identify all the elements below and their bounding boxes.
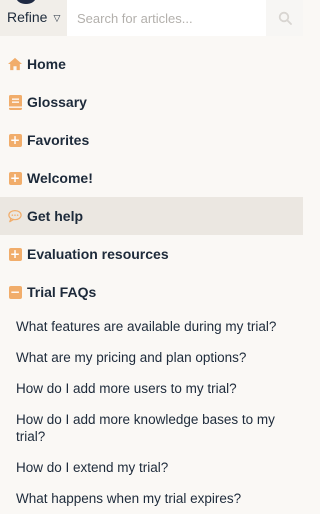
nav-item-get-help[interactable]: Get help bbox=[0, 197, 303, 235]
book-icon bbox=[8, 94, 22, 110]
nav-item-favorites[interactable]: + Favorites bbox=[0, 121, 303, 159]
refine-dropdown[interactable]: Refine ▽ bbox=[7, 9, 60, 25]
search-button[interactable] bbox=[266, 0, 303, 36]
nav-item-glossary[interactable]: Glossary bbox=[0, 83, 303, 121]
nav-item-label: Favorites bbox=[27, 132, 90, 148]
chevron-down-icon: ▽ bbox=[53, 12, 61, 23]
nav-item-label: Glossary bbox=[27, 94, 87, 110]
plus-box-icon: + bbox=[8, 170, 22, 185]
article-link[interactable]: How do I add more knowledge bases to my … bbox=[16, 411, 296, 445]
nav-item-home[interactable]: Home bbox=[0, 45, 303, 83]
minus-box-icon: − bbox=[8, 284, 22, 299]
nav-item-label: Home bbox=[27, 56, 66, 72]
article-link[interactable]: What happens when my trial expires? bbox=[16, 490, 296, 507]
avatar[interactable] bbox=[16, 0, 36, 4]
plus-box-icon: + bbox=[8, 246, 22, 261]
top-bar: Refine ▽ bbox=[0, 0, 303, 36]
nav-item-evaluation-resources[interactable]: + Evaluation resources bbox=[0, 235, 303, 273]
nav-item-label: Trial FAQs bbox=[27, 284, 97, 300]
article-link[interactable]: How do I add more users to my trial? bbox=[16, 380, 296, 397]
chat-bubble-icon bbox=[8, 209, 22, 223]
article-link[interactable]: What features are available during my tr… bbox=[16, 318, 296, 335]
article-link[interactable]: How do I extend my trial? bbox=[16, 459, 296, 476]
plus-box-icon: + bbox=[8, 132, 22, 147]
nav-item-label: Get help bbox=[27, 208, 84, 224]
nav-item-label: Welcome! bbox=[27, 170, 93, 186]
nav-item-welcome[interactable]: + Welcome! bbox=[0, 159, 303, 197]
article-link[interactable]: What are my pricing and plan options? bbox=[16, 349, 296, 366]
nav-item-trial-faqs[interactable]: − Trial FAQs bbox=[0, 273, 303, 311]
search-icon bbox=[278, 11, 292, 25]
search-input[interactable] bbox=[67, 0, 293, 36]
refine-label: Refine bbox=[7, 9, 48, 25]
home-icon bbox=[8, 57, 22, 71]
category-nav: Home Glossary + Favorites + Welcome! Get… bbox=[0, 45, 303, 311]
nav-item-label: Evaluation resources bbox=[27, 246, 169, 262]
trial-faqs-article-list: What features are available during my tr… bbox=[16, 318, 296, 514]
